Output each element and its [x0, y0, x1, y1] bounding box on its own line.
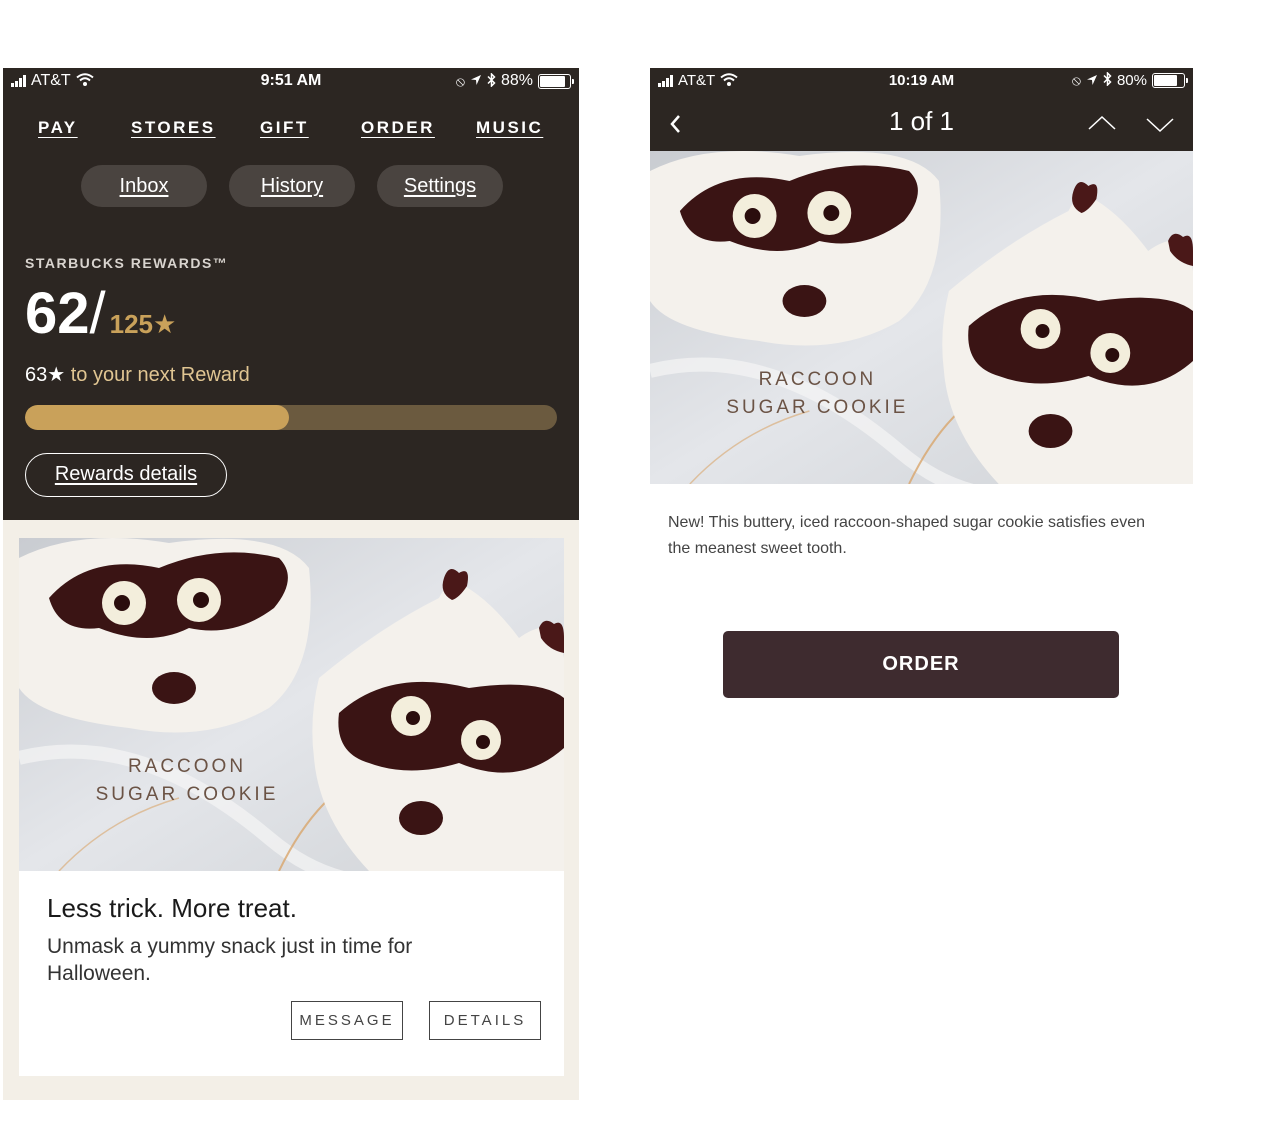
chevron-down-icon[interactable]: [1144, 110, 1176, 138]
rotation-lock-icon: ⦸: [455, 72, 465, 89]
message-detail-screen: AT&T 10:19 AM ⦸ 80% 1 of 1 RACCOON SUGAR…: [650, 68, 1193, 768]
stars-goal: 125★: [109, 309, 177, 339]
battery-icon: [1152, 73, 1188, 88]
battery-icon: [538, 73, 574, 89]
location-icon: [1086, 73, 1098, 89]
card-description: Unmask a yummy snack just in time for Ha…: [47, 935, 413, 985]
inbox-pill[interactable]: Inbox: [81, 165, 207, 207]
bluetooth-icon: [1103, 71, 1112, 89]
remaining-stars: 63★: [25, 364, 66, 386]
next-reward-message: to your next Reward: [65, 364, 250, 386]
stars-separator: /: [89, 281, 106, 346]
order-button[interactable]: ORDER: [723, 631, 1119, 698]
chevron-up-icon[interactable]: [1086, 110, 1118, 138]
message-description: New! This buttery, iced raccoon-shaped s…: [668, 514, 1145, 557]
bluetooth-icon: [487, 71, 496, 90]
rewards-details-button[interactable]: Rewards details: [25, 453, 227, 497]
raccoon-cookie-image: RACCOON SUGAR COOKIE: [19, 538, 564, 871]
history-pill[interactable]: History: [229, 165, 355, 207]
message-button[interactable]: MESSAGE: [291, 1001, 403, 1040]
nav-order[interactable]: ORDER: [361, 118, 435, 138]
rewards-home-screen: AT&T 9:51 AM ⦸ 88% PAY STORES GIFT ORDER…: [3, 68, 579, 1100]
nav-pay[interactable]: PAY: [38, 118, 78, 138]
main-nav: PAY STORES GIFT ORDER MUSIC: [3, 118, 579, 142]
rotation-lock-icon: ⦸: [1071, 72, 1081, 88]
rewards-program-label: STARBUCKS REWARDS™: [25, 255, 229, 271]
next-reward-text: 63★ to your next Reward: [25, 362, 250, 387]
image-caption-line1: RACCOON: [759, 369, 877, 390]
details-button[interactable]: DETAILS: [429, 1001, 541, 1040]
rewards-progress-fill: [25, 405, 289, 430]
detail-nav-bar: 1 of 1: [650, 102, 1193, 146]
detail-header: AT&T 10:19 AM ⦸ 80% 1 of 1: [650, 68, 1193, 151]
stars-count: 62 / 125★: [25, 280, 176, 347]
nav-gift[interactable]: GIFT: [260, 118, 309, 138]
image-caption-line1: RACCOON: [128, 756, 246, 777]
rewards-progress-bar: [25, 405, 557, 430]
nav-stores[interactable]: STORES: [131, 118, 216, 138]
battery-percent: 80%: [1116, 72, 1147, 89]
image-caption-line2: SUGAR COOKIE: [726, 397, 908, 418]
image-caption-line2: SUGAR COOKIE: [96, 784, 279, 805]
promo-card[interactable]: RACCOON SUGAR COOKIE Less trick. More tr…: [19, 538, 564, 1076]
battery-percent: 88%: [500, 72, 533, 89]
location-icon: [470, 73, 482, 89]
nav-music[interactable]: MUSIC: [476, 118, 543, 138]
status-bar: AT&T 9:51 AM ⦸ 88%: [3, 68, 579, 96]
status-bar: AT&T 10:19 AM ⦸ 80%: [650, 68, 1193, 94]
card-title: Less trick. More treat.: [47, 893, 297, 923]
raccoon-cookie-image: RACCOON SUGAR COOKIE: [650, 151, 1193, 484]
current-stars: 62: [25, 281, 90, 346]
settings-pill[interactable]: Settings: [377, 165, 503, 207]
rewards-header-panel: AT&T 9:51 AM ⦸ 88% PAY STORES GIFT ORDER…: [3, 68, 579, 520]
